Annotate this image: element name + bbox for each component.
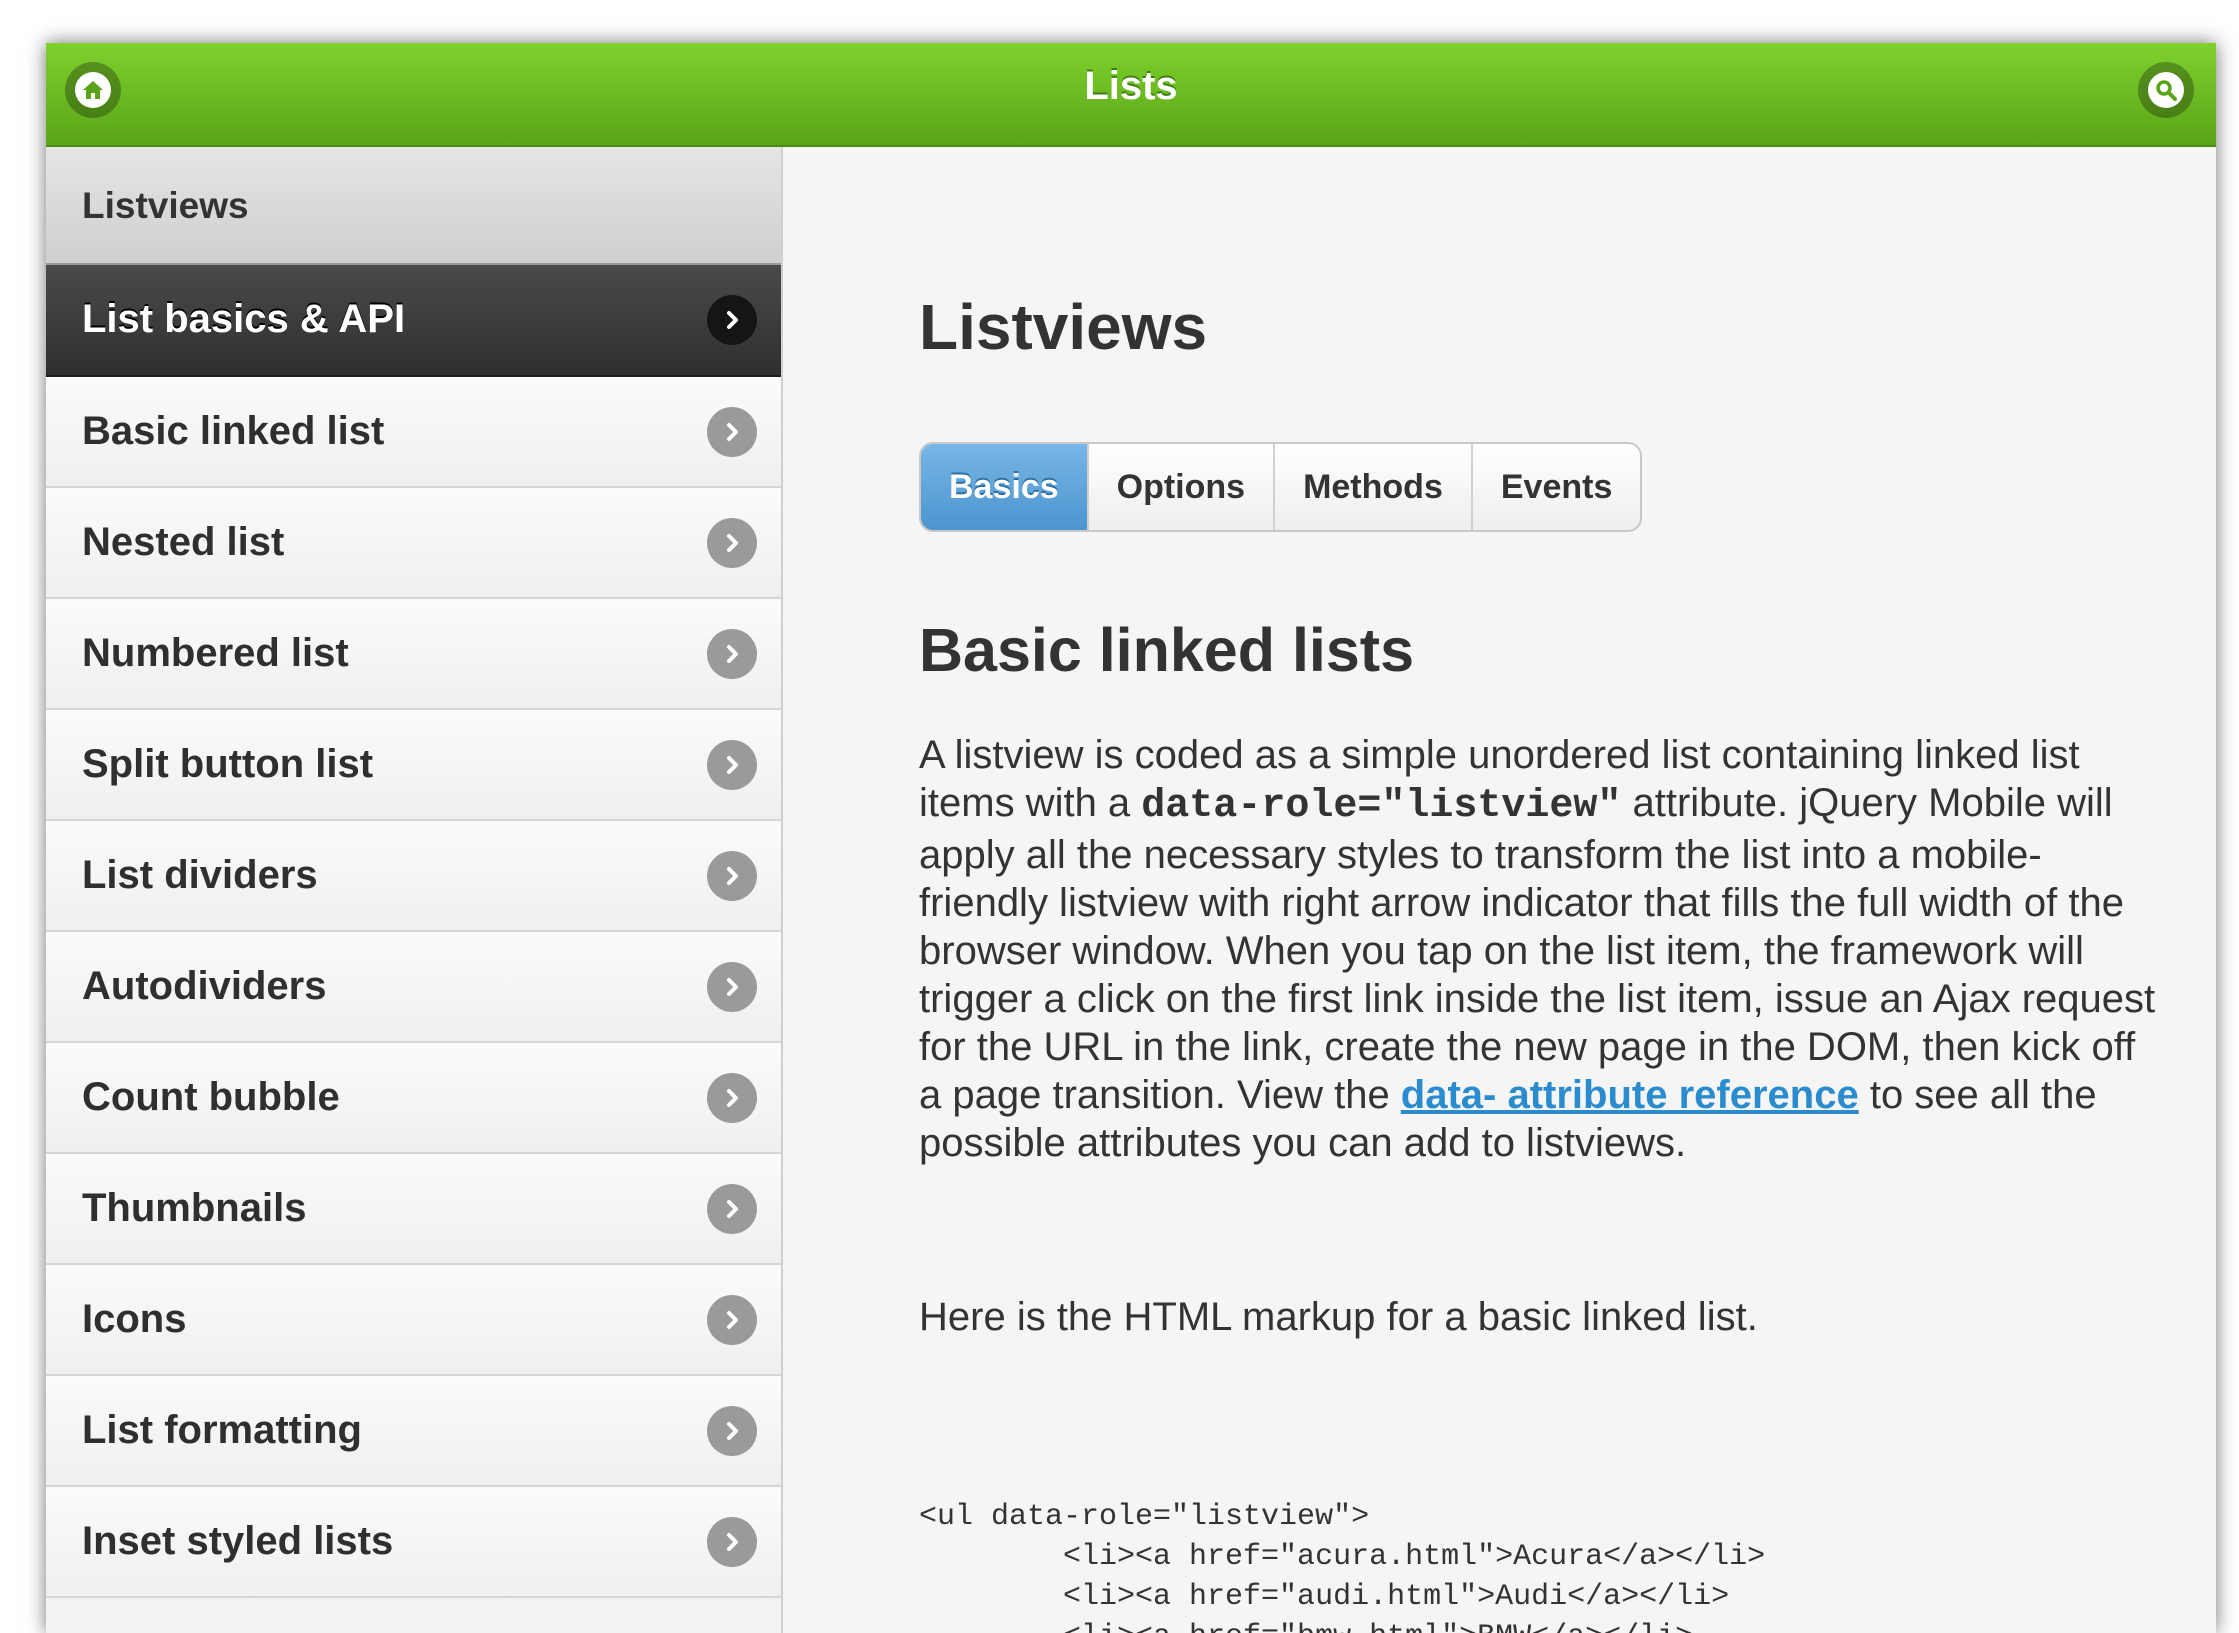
sidebar-item-label: Count bubble: [82, 1075, 340, 1119]
chevron-right-icon: [707, 517, 757, 568]
sidebar-divider: Listviews: [46, 147, 781, 265]
tab-basics[interactable]: Basics: [921, 444, 1089, 530]
tab-methods[interactable]: Methods: [1275, 444, 1473, 530]
sidebar-item-label: Inset styled lists: [82, 1519, 394, 1563]
sidebar-item-split-button-list[interactable]: Split button list: [46, 710, 781, 821]
chevron-right-icon: [707, 1405, 757, 1456]
chevron-right-icon: [707, 1516, 757, 1567]
code-line: <ul data-role="listview">: [919, 1500, 1370, 1534]
sidebar-item-label: Basic linked list: [82, 409, 385, 453]
chevron-right-icon: [707, 850, 757, 901]
sidebar-item-thumbnails[interactable]: Thumbnails: [46, 1154, 781, 1265]
sidebar-item-label: Icons: [82, 1297, 187, 1341]
sidebar-item-inset-styled-lists[interactable]: Inset styled lists: [46, 1487, 781, 1598]
chevron-right-icon: [707, 739, 757, 790]
search-button[interactable]: [2138, 62, 2194, 118]
sidebar-list: List basics & API Basic linked list Nested…: [46, 265, 781, 1598]
chevron-right-icon: [707, 406, 757, 457]
sidebar-item-count-bubble[interactable]: Count bubble: [46, 1043, 781, 1154]
markup-intro-text: Here is the HTML markup for a basic link…: [919, 1295, 1758, 1339]
sidebar-item-label: Thumbnails: [82, 1186, 307, 1230]
chevron-right-icon: [707, 628, 757, 679]
chevron-right-icon: [707, 295, 757, 345]
code-line: <li><a href="bmw.html">BMW</a></li>: [919, 1617, 1765, 1633]
sidebar-item-list-basics-api[interactable]: List basics & API: [46, 265, 781, 377]
search-icon: [2156, 80, 2177, 101]
sidebar-item-list-dividers[interactable]: List dividers: [46, 821, 781, 932]
code-line: <li><a href="acura.html">Acura</a></li>: [919, 1540, 1766, 1574]
tab-bar: Basics Options Methods Events: [919, 442, 1643, 532]
header-bar: Lists: [46, 43, 2216, 147]
sidebar: Listviews List basics & API Basic linked …: [46, 147, 783, 1633]
main-content: Listviews Basics Options Methods Events Bas…: [785, 147, 2216, 1633]
sidebar-item-label: Split button list: [82, 742, 374, 786]
chevron-right-icon: [707, 1294, 757, 1345]
data-attribute-reference-link[interactable]: data- attribute reference: [1401, 1073, 1859, 1117]
sidebar-item-numbered-list[interactable]: Numbered list: [46, 599, 781, 710]
code-block: <ul data-role="listview"> <li><a href="a…: [919, 1497, 1765, 1633]
sidebar-item-label: Numbered list: [82, 631, 349, 675]
content-title: Listviews: [919, 291, 1208, 363]
description-paragraph: A listview is coded as a simple unordere…: [919, 733, 2156, 1165]
sidebar-item-label: List formatting: [82, 1408, 362, 1452]
sidebar-item-label: List dividers: [82, 853, 318, 897]
code-line: <li><a href="audi.html">Audi</a></li>: [919, 1580, 1730, 1614]
sidebar-item-label: List basics & API: [82, 297, 406, 341]
sidebar-item-icons[interactable]: Icons: [46, 1265, 781, 1376]
chevron-right-icon: [707, 961, 757, 1012]
tab-events[interactable]: Events: [1473, 444, 1640, 530]
section-title: Basic linked lists: [919, 616, 1414, 684]
sidebar-item-basic-linked-list[interactable]: Basic linked list: [46, 377, 781, 488]
inline-code: data-role="listview": [1141, 784, 1622, 829]
sidebar-item-label: Autodividers: [82, 964, 327, 1008]
sidebar-item-nested-list[interactable]: Nested list: [46, 488, 781, 599]
sidebar-item-label: Nested list: [82, 520, 285, 564]
app-frame: Lists Listviews List basics & API Basic l…: [46, 43, 2216, 1633]
tab-options[interactable]: Options: [1089, 444, 1276, 530]
page-title: Lists: [1084, 64, 1178, 108]
chevron-right-icon: [707, 1183, 757, 1234]
chevron-right-icon: [707, 1072, 757, 1123]
sidebar-item-autodividers[interactable]: Autodividers: [46, 932, 781, 1043]
sidebar-item-list-formatting[interactable]: List formatting: [46, 1376, 781, 1487]
